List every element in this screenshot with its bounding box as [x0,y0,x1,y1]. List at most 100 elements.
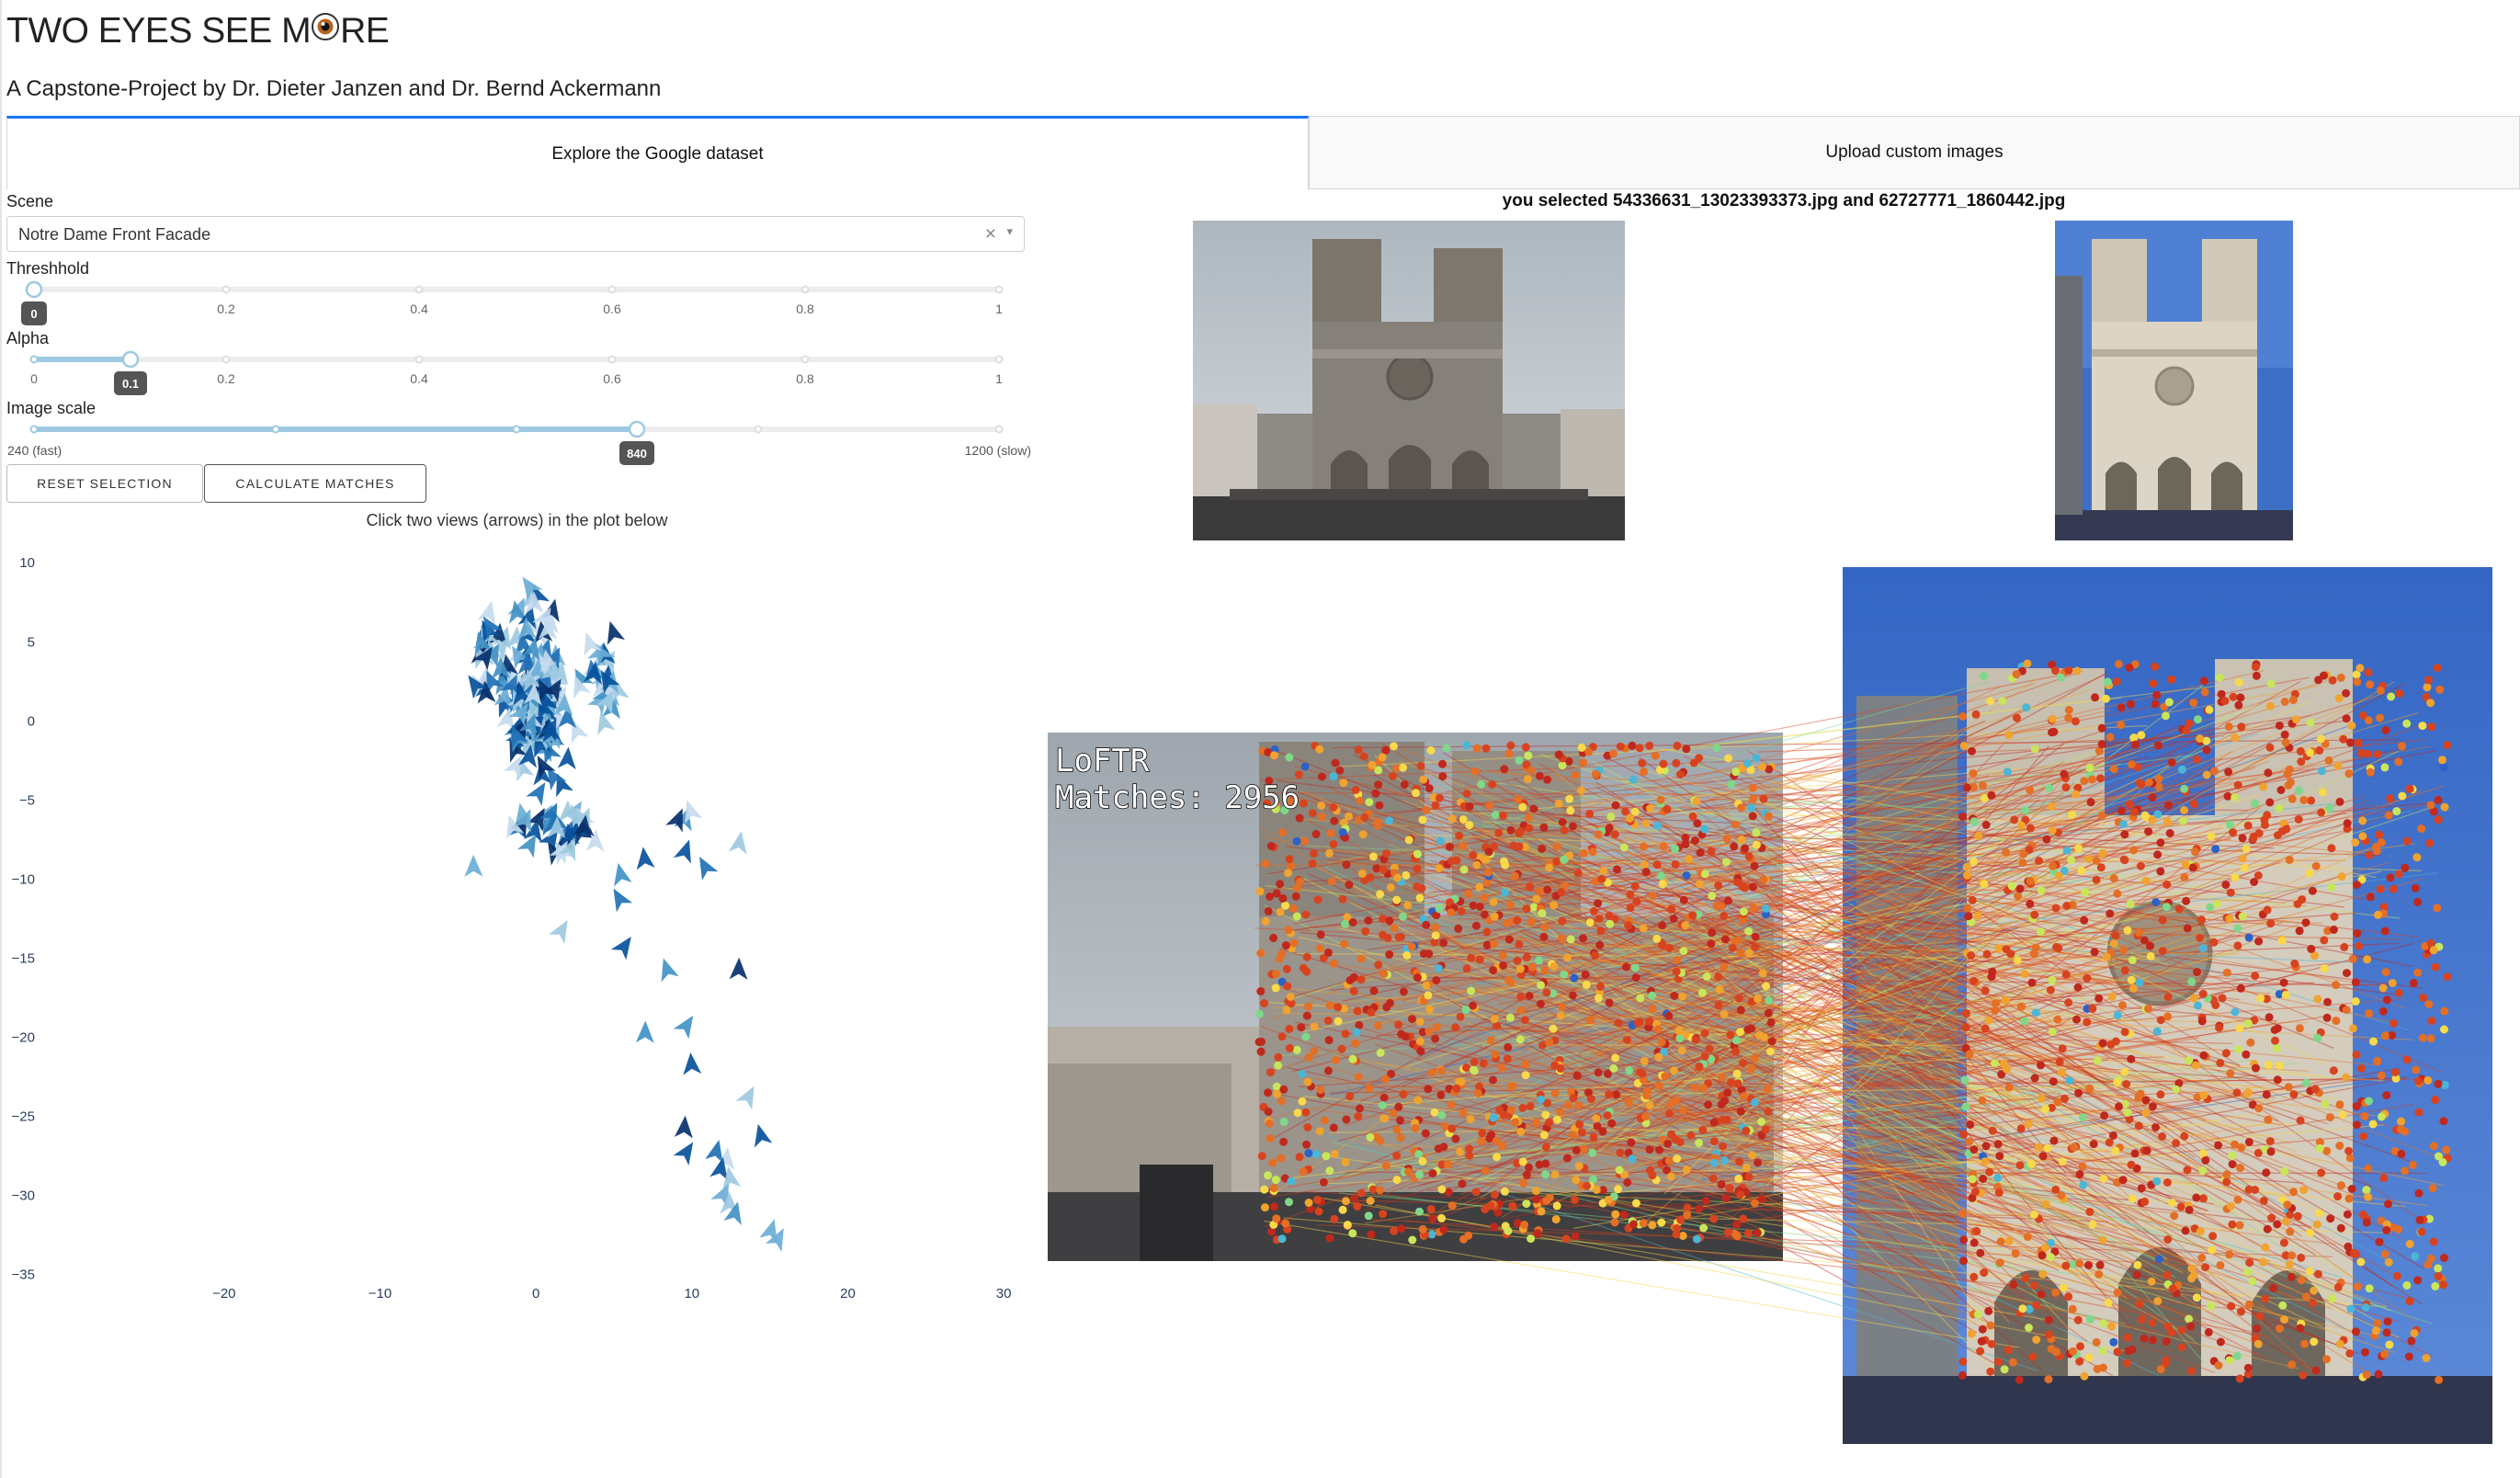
app-title-text-start: TWO EYES SEE M [6,11,312,51]
keypoint-right [2158,947,2167,956]
keypoint-left [1588,847,1597,857]
view-arrow-marker[interactable] [673,1010,701,1040]
view-arrow-marker[interactable] [634,846,655,870]
alpha-value-text: 0.1 [122,377,139,391]
calculate-matches-button[interactable]: CALCULATE MATCHES [204,464,426,503]
scene-dropdown[interactable]: Notre Dame Front Facade × ▾ [6,216,1025,252]
keypoint-left [1636,994,1645,1003]
keypoint-left [1399,987,1408,996]
keypoint-right [2076,1342,2084,1351]
keypoint-left [1635,744,1644,753]
keypoint-right [2256,994,2265,1003]
view-arrow-marker[interactable] [606,884,633,913]
chevron-down-icon[interactable]: ▾ [1006,224,1013,239]
view-arrow-marker[interactable] [674,1115,695,1139]
keypoint-right [2413,1276,2423,1285]
reset-selection-button[interactable]: RESET SELECTION [6,464,203,503]
keypoint-left [1354,1073,1363,1082]
keypoint-left [1490,1222,1499,1232]
view-arrow-marker[interactable] [673,1137,701,1165]
keypoint-left [1447,814,1457,824]
keypoint-left [1287,1177,1296,1186]
keypoint-left [1700,1052,1709,1061]
keypoint-left [1482,940,1492,949]
view-arrow-marker[interactable] [548,915,575,944]
keypoint-right [2310,1085,2320,1094]
alpha-slider[interactable]: 0.1 0 0.2 0.4 0.6 0.8 1 [0,344,1039,399]
view-arrow-marker[interactable] [691,852,719,881]
view-arrow-marker[interactable] [610,931,639,961]
tab-explore-google-dataset[interactable]: Explore the Google dataset [6,116,1309,189]
view-arrow-marker[interactable] [749,1121,773,1148]
view-arrow-marker[interactable] [601,619,625,645]
tab-upload-custom-images[interactable]: Upload custom images [1309,116,2520,189]
keypoint-left [1682,745,1691,754]
clear-icon[interactable]: × [985,223,996,245]
keypoint-left [1654,1052,1663,1062]
keypoint-right [2224,767,2233,777]
keypoint-right [2038,1152,2048,1161]
view-arrow-marker[interactable] [557,746,578,770]
keypoint-left [1625,1065,1634,1074]
keypoint-right [2168,1199,2176,1208]
keypoint-left [1278,893,1288,903]
keypoint-left [1504,935,1514,944]
keypoint-right [2109,765,2118,774]
keypoint-right [1974,831,1983,840]
keypoint-right [2322,1013,2332,1022]
keypoint-right [2307,944,2316,953]
keypoint-left [1646,1165,1654,1175]
keypoint-left [1552,1201,1561,1211]
image-scale-slider-handle[interactable] [628,420,646,438]
keypoint-left [1595,940,1605,949]
view-arrow-marker[interactable] [681,1052,702,1075]
y-tick-label: −25 [12,1109,35,1125]
keypoint-left [1376,1136,1385,1145]
keypoint-left [1316,930,1325,939]
keypoint-right [2240,863,2249,872]
keypoint-left [1759,875,1768,884]
keypoint-right [2093,1056,2102,1065]
keypoint-left [1689,758,1698,767]
keypoint-left [1326,829,1335,837]
keypoint-right [1993,1358,2003,1367]
view-arrow-marker[interactable] [735,1082,763,1110]
alpha-slider-handle[interactable] [121,350,140,369]
keypoint-left [1521,1071,1530,1080]
keypoint-left [1742,1126,1751,1135]
view-arrow-marker[interactable] [654,955,679,983]
view-arrow-marker[interactable] [464,854,483,877]
keypoint-right [2131,740,2140,749]
image-scale-slider[interactable]: 840 240 (fast) 1200 (slow) [0,414,1039,469]
keypoint-left [1722,1115,1731,1124]
keypoint-left [1731,767,1741,777]
keypoint-left [1282,1006,1291,1015]
keypoint-left [1560,970,1569,979]
keypoint-right [2114,660,2123,668]
keypoint-right [2088,1220,2097,1229]
view-arrow-marker[interactable] [673,836,698,864]
view-arrow-marker[interactable] [635,1020,654,1043]
keypoint-right [2162,1356,2171,1365]
keypoint-left [1304,1199,1313,1207]
view-arrow-marker[interactable] [609,861,632,887]
views-scatter-plot[interactable]: −20 −10 0 10 20 30 1050−5−10−15−20−25−30−35 [0,533,1034,1305]
keypoint-left [1435,793,1444,802]
keypoint-right [2156,1090,2165,1099]
threshold-slider[interactable]: 0 0.2 0.4 0.6 0.8 1 [0,274,1039,329]
keypoint-left [1726,1030,1735,1040]
keypoint-left [1663,1139,1673,1148]
keypoint-right [2128,1194,2137,1203]
keypoint-right [2264,1115,2273,1124]
keypoint-right [2153,850,2162,859]
keypoint-right [2069,1347,2078,1356]
threshold-slider-handle[interactable] [25,280,43,299]
view-arrow-marker[interactable] [728,830,751,855]
keypoint-left [1688,911,1697,920]
keypoint-right [2026,877,2035,885]
keypoint-right [1961,1023,1970,1032]
keypoint-right [2022,703,2031,712]
keypoint-right [2365,850,2374,859]
view-arrow-marker[interactable] [729,957,749,980]
keypoint-left [1343,1221,1352,1230]
